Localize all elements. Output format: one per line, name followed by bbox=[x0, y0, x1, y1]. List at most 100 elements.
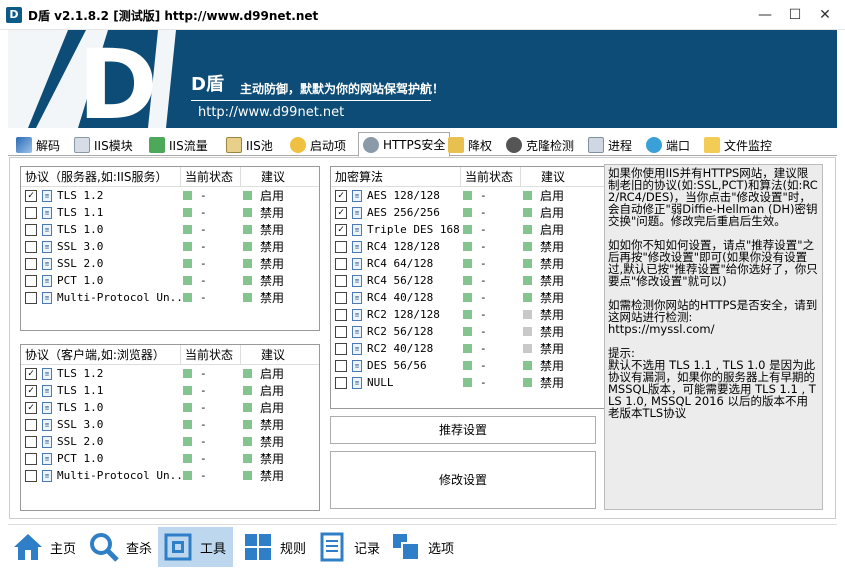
row-suggest: 禁用 bbox=[260, 435, 285, 449]
column-suggest[interactable]: 建议 bbox=[241, 345, 319, 365]
nav-log[interactable]: 记录 bbox=[312, 527, 382, 567]
column-status[interactable]: 当前状态 bbox=[181, 345, 241, 365]
row-checkbox[interactable] bbox=[25, 257, 37, 270]
nav-scan[interactable]: 查杀 bbox=[84, 527, 154, 567]
list-row[interactable]: ≡ RC2 128/128 - 禁用 bbox=[331, 306, 605, 323]
list-row[interactable]: ≡ SSL 2.0 - 禁用 bbox=[21, 433, 319, 450]
modify-settings-button[interactable]: 修改设置 bbox=[330, 451, 596, 509]
list-row[interactable]: ✓ ≡ TLS 1.0 - 启用 bbox=[21, 399, 319, 416]
row-suggest: 禁用 bbox=[540, 308, 565, 322]
row-checkbox[interactable]: ✓ bbox=[25, 189, 37, 202]
row-checkbox[interactable] bbox=[335, 325, 347, 338]
server-protocol-list[interactable]: 协议（服务器,如:IIS服务） 当前状态 建议 ✓ ≡ TLS 1.2 - 启用 ≡ TLS… bbox=[20, 166, 320, 331]
list-row[interactable]: ✓ ≡ TLS 1.1 - 启用 bbox=[21, 382, 319, 399]
row-status: - bbox=[480, 359, 487, 372]
recommend-settings-button[interactable]: 推荐设置 bbox=[330, 416, 596, 444]
row-status: - bbox=[200, 257, 207, 270]
home-icon bbox=[14, 534, 42, 560]
row-checkbox[interactable] bbox=[25, 240, 37, 253]
tab-iis-module[interactable]: IIS模块 bbox=[70, 134, 137, 156]
tab-clone-check[interactable]: 克隆检测 bbox=[502, 134, 578, 156]
row-checkbox[interactable] bbox=[335, 291, 347, 304]
column-suggest[interactable]: 建议 bbox=[521, 167, 605, 187]
row-checkbox[interactable]: ✓ bbox=[335, 189, 347, 202]
list-row[interactable]: ≡ TLS 1.1 - 禁用 bbox=[21, 204, 319, 221]
minimize-button[interactable]: — bbox=[750, 0, 780, 30]
row-checkbox[interactable]: ✓ bbox=[25, 401, 37, 414]
column-protocol[interactable]: 协议（客户端,如:浏览器） bbox=[21, 345, 181, 365]
row-checkbox[interactable] bbox=[335, 308, 347, 321]
row-checkbox[interactable] bbox=[25, 291, 37, 304]
row-name: TLS 1.0 bbox=[57, 401, 104, 414]
list-row[interactable]: ≡ TLS 1.0 - 禁用 bbox=[21, 221, 319, 238]
list-row[interactable]: ≡ RC2 56/128 - 禁用 bbox=[331, 323, 605, 340]
row-status: - bbox=[200, 223, 207, 236]
row-checkbox[interactable] bbox=[335, 240, 347, 253]
row-status: - bbox=[200, 291, 207, 304]
list-row[interactable]: ✓ ≡ TLS 1.2 - 启用 bbox=[21, 187, 319, 204]
row-checkbox[interactable]: ✓ bbox=[335, 206, 347, 219]
column-protocol[interactable]: 协议（服务器,如:IIS服务） bbox=[21, 167, 181, 187]
list-row[interactable]: ≡ DES 56/56 - 禁用 bbox=[331, 357, 605, 374]
row-checkbox[interactable] bbox=[335, 376, 347, 389]
nav-home[interactable]: 主页 bbox=[8, 527, 78, 567]
list-row[interactable]: ✓ ≡ Triple DES 168 - 启用 bbox=[331, 221, 605, 238]
list-row[interactable]: ≡ RC4 128/128 - 禁用 bbox=[331, 238, 605, 255]
list-row[interactable]: ≡ PCT 1.0 - 禁用 bbox=[21, 450, 319, 467]
list-row[interactable]: ≡ RC2 40/128 - 禁用 bbox=[331, 340, 605, 357]
row-checkbox[interactable]: ✓ bbox=[335, 223, 347, 236]
tab-process[interactable]: 进程 bbox=[584, 134, 636, 156]
close-button[interactable]: ✕ bbox=[810, 0, 840, 30]
nav-rules[interactable]: 规则 bbox=[238, 527, 308, 567]
tab-iis-traffic[interactable]: IIS流量 bbox=[145, 134, 212, 156]
row-suggest: 启用 bbox=[260, 367, 285, 381]
list-row[interactable]: ≡ SSL 3.0 - 禁用 bbox=[21, 238, 319, 255]
list-row[interactable]: ≡ RC4 40/128 - 禁用 bbox=[331, 289, 605, 306]
https-panel: 协议（服务器,如:IIS服务） 当前状态 建议 ✓ ≡ TLS 1.2 - 启用 ≡ TLS… bbox=[9, 157, 836, 519]
tab-https[interactable]: HTTPS安全 bbox=[358, 132, 451, 157]
row-checkbox[interactable] bbox=[25, 469, 37, 482]
row-checkbox[interactable]: ✓ bbox=[25, 384, 37, 397]
row-suggest: 启用 bbox=[540, 206, 565, 220]
app-icon: D bbox=[6, 7, 22, 23]
tab-demote[interactable]: 降权 bbox=[444, 134, 496, 156]
list-row[interactable]: ≡ SSL 2.0 - 禁用 bbox=[21, 255, 319, 272]
column-cipher[interactable]: 加密算法 bbox=[331, 167, 461, 187]
list-row[interactable]: ≡ RC4 56/128 - 禁用 bbox=[331, 272, 605, 289]
nav-tools[interactable]: 工具 bbox=[158, 527, 233, 567]
list-row[interactable]: ✓ ≡ AES 256/256 - 启用 bbox=[331, 204, 605, 221]
list-row[interactable]: ✓ ≡ TLS 1.2 - 启用 bbox=[21, 365, 319, 382]
row-checkbox[interactable] bbox=[25, 452, 37, 465]
list-row[interactable]: ✓ ≡ AES 128/128 - 启用 bbox=[331, 187, 605, 204]
column-status[interactable]: 当前状态 bbox=[181, 167, 241, 187]
row-checkbox[interactable] bbox=[25, 206, 37, 219]
tab-file-monitor[interactable]: 文件监控 bbox=[700, 134, 776, 156]
status-indicator bbox=[183, 242, 192, 251]
column-suggest[interactable]: 建议 bbox=[241, 167, 319, 187]
tab-iis-pool[interactable]: IIS池 bbox=[222, 134, 277, 156]
cipher-list[interactable]: 加密算法 当前状态 建议 ✓ ≡ AES 128/128 - 启用 ✓ ≡ AES 256/2… bbox=[330, 166, 606, 409]
row-name: RC4 40/128 bbox=[367, 291, 434, 304]
row-checkbox[interactable] bbox=[335, 274, 347, 287]
row-checkbox[interactable] bbox=[25, 223, 37, 236]
list-row[interactable]: ≡ Multi-Protocol Un... - 禁用 bbox=[21, 289, 319, 306]
list-row[interactable]: ≡ NULL - 禁用 bbox=[331, 374, 605, 391]
list-row[interactable]: ≡ RC4 64/128 - 禁用 bbox=[331, 255, 605, 272]
tab-decode[interactable]: 解码 bbox=[12, 134, 64, 156]
maximize-button[interactable]: ☐ bbox=[780, 0, 810, 30]
tab-startup[interactable]: 启动项 bbox=[286, 134, 350, 156]
row-checkbox[interactable] bbox=[25, 418, 37, 431]
row-checkbox[interactable] bbox=[335, 359, 347, 372]
list-row[interactable]: ≡ Multi-Protocol Un... - 禁用 bbox=[21, 467, 319, 484]
list-row[interactable]: ≡ SSL 3.0 - 禁用 bbox=[21, 416, 319, 433]
row-checkbox[interactable] bbox=[25, 274, 37, 287]
row-checkbox[interactable] bbox=[335, 257, 347, 270]
client-protocol-list[interactable]: 协议（客户端,如:浏览器） 当前状态 建议 ✓ ≡ TLS 1.2 - 启用 ✓ ≡ TLS … bbox=[20, 344, 320, 511]
column-status[interactable]: 当前状态 bbox=[461, 167, 521, 187]
row-checkbox[interactable]: ✓ bbox=[25, 367, 37, 380]
list-row[interactable]: ≡ PCT 1.0 - 禁用 bbox=[21, 272, 319, 289]
row-checkbox[interactable] bbox=[335, 342, 347, 355]
tab-port[interactable]: 端口 bbox=[642, 134, 694, 156]
row-checkbox[interactable] bbox=[25, 435, 37, 448]
nav-options[interactable]: 选项 bbox=[386, 527, 456, 567]
